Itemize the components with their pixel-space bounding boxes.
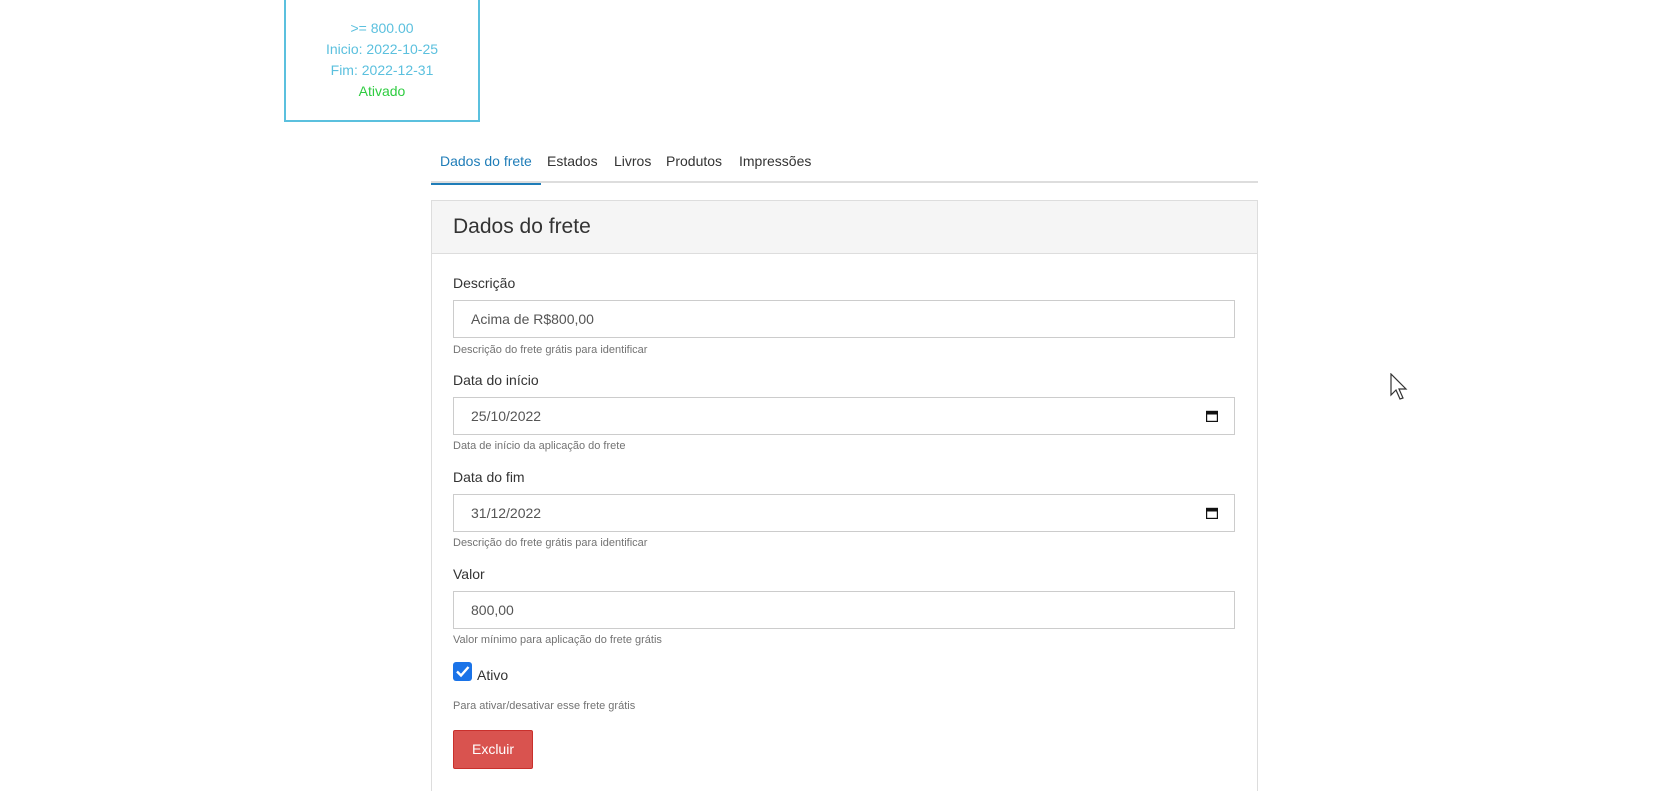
descricao-help: Descrição do frete grátis para identific… <box>453 344 648 356</box>
tab-produtos[interactable]: Produtos <box>666 150 722 183</box>
delete-button[interactable]: Excluir <box>453 730 533 769</box>
data-fim-help: Descrição do frete grátis para identific… <box>453 537 648 549</box>
tab-estados[interactable]: Estados <box>547 150 598 183</box>
calendar-icon[interactable] <box>1206 410 1218 422</box>
calendar-icon[interactable] <box>1206 507 1218 519</box>
valor-value: 800,00 <box>471 602 514 618</box>
mouse-cursor-icon <box>1390 373 1408 400</box>
tab-impressoes[interactable]: Impressões <box>739 150 811 183</box>
tab-bar: Dados do frete Estados Livros Produtos I… <box>431 150 1258 185</box>
data-inicio-input[interactable]: 25/10/2022 <box>453 397 1235 435</box>
data-inicio-value: 25/10/2022 <box>471 408 542 424</box>
data-inicio-help: Data de início da aplicação do frete <box>453 440 626 452</box>
data-fim-value: 31/12/2022 <box>471 505 542 521</box>
card-status: Ativado <box>358 83 406 99</box>
card-threshold: >= 800.00 <box>350 20 414 36</box>
tab-livros[interactable]: Livros <box>614 150 651 183</box>
card-end-date: Fim: 2022-12-31 <box>330 62 434 78</box>
valor-help: Valor mínimo para aplicação do frete grá… <box>453 634 662 646</box>
ativo-help: Para ativar/desativar esse frete grátis <box>453 700 636 712</box>
descricao-value: Acima de R$800,00 <box>471 311 594 327</box>
panel-title: Dados do frete <box>432 201 1257 254</box>
shipping-data-panel: Dados do frete Descrição Acima de R$800,… <box>431 200 1258 791</box>
checkmark-icon <box>456 666 470 678</box>
ativo-label[interactable]: Ativo <box>477 667 508 683</box>
valor-input[interactable]: 800,00 <box>453 591 1235 629</box>
data-fim-input[interactable]: 31/12/2022 <box>453 494 1235 532</box>
descricao-label: Descrição <box>453 275 516 291</box>
descricao-input[interactable]: Acima de R$800,00 <box>453 300 1235 338</box>
valor-label: Valor <box>453 566 485 582</box>
tab-dados-do-frete[interactable]: Dados do frete <box>431 150 541 185</box>
data-inicio-label: Data do início <box>453 372 539 388</box>
card-start-date: Inicio: 2022-10-25 <box>325 41 439 57</box>
data-fim-label: Data do fim <box>453 469 525 485</box>
shipping-rule-card[interactable]: >= 800.00 Inicio: 2022-10-25 Fim: 2022-1… <box>284 0 480 122</box>
ativo-checkbox[interactable] <box>453 662 472 681</box>
